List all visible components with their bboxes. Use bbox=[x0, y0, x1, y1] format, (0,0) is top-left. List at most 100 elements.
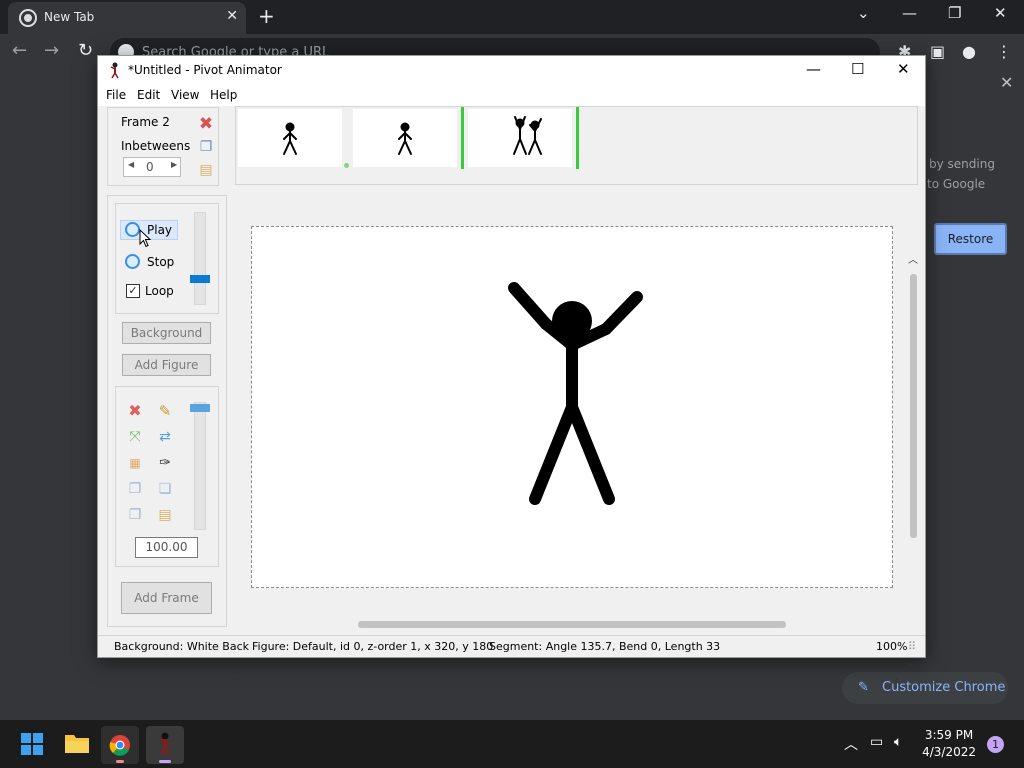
chrome-tab-strip: New Tab ✕ + ⌄ — ❐ ✕ bbox=[0, 0, 1024, 34]
copy-frame-icon[interactable]: ❐ bbox=[197, 138, 215, 156]
paste-figure-icon[interactable]: ▤ bbox=[156, 506, 174, 524]
inbetweens-value: 0 bbox=[146, 160, 154, 174]
inbetweens-stepper[interactable]: ◀ 0 ▶ bbox=[123, 157, 181, 177]
status-segment: Segment: Angle 135.7, Bend 0, Length 33 bbox=[489, 640, 721, 653]
menu-bar: File Edit View Help bbox=[98, 86, 925, 106]
background-button[interactable]: Background bbox=[122, 322, 211, 344]
customize-chrome-label: Customize Chrome bbox=[882, 680, 1006, 695]
scroll-down-icon[interactable]: ﹀ bbox=[908, 660, 918, 675]
menu-file[interactable]: File bbox=[106, 88, 126, 102]
menu-edit[interactable]: Edit bbox=[137, 88, 160, 102]
profile-icon[interactable]: ● bbox=[962, 42, 976, 61]
delete-frame-icon[interactable]: ✖ bbox=[197, 115, 215, 133]
increment-icon[interactable]: ▶ bbox=[171, 160, 177, 169]
inbetweens-label: Inbetweens bbox=[121, 139, 191, 153]
panel-close-icon[interactable]: ✕ bbox=[1000, 73, 1013, 92]
minimize-icon[interactable]: — bbox=[806, 60, 821, 78]
customize-chrome-button[interactable]: ✎ Customize Chrome bbox=[842, 672, 1008, 704]
center-figure-icon[interactable]: ⇄ bbox=[156, 428, 174, 446]
side-panel-icon[interactable]: ▣ bbox=[930, 42, 945, 61]
status-zoom: 100% bbox=[876, 640, 908, 653]
menu-view[interactable]: View bbox=[171, 88, 199, 102]
stage-canvas[interactable] bbox=[251, 226, 893, 588]
start-icon[interactable] bbox=[21, 733, 43, 755]
pivot-taskbar-icon bbox=[159, 732, 171, 756]
side-text-2: to Google bbox=[927, 177, 986, 191]
status-figure: Figure: Default, id 0, z-order 1, x 320,… bbox=[252, 640, 494, 653]
new-tab-icon[interactable]: + bbox=[258, 4, 275, 28]
frame-thumbnail-2[interactable] bbox=[353, 109, 457, 167]
pencil-icon: ✎ bbox=[858, 680, 869, 695]
speed-slider[interactable] bbox=[190, 212, 210, 305]
restore-button[interactable]: Restore bbox=[934, 223, 1007, 255]
forward-icon[interactable]: → bbox=[44, 40, 59, 61]
chrome-icon bbox=[109, 735, 130, 756]
frame-marker-right bbox=[576, 107, 579, 169]
chrome-logo-icon bbox=[21, 11, 35, 25]
bring-front-icon[interactable]: ❏ bbox=[156, 480, 174, 498]
frame-marker-left bbox=[461, 107, 464, 169]
tray-overflow-icon[interactable]: ︿ bbox=[844, 734, 858, 754]
paste-frame-icon[interactable]: ▤ bbox=[197, 161, 215, 179]
horizontal-scrollbar[interactable] bbox=[358, 621, 786, 628]
copy-figure-icon[interactable]: ❐ bbox=[126, 506, 144, 524]
frame-3-figure bbox=[513, 116, 542, 155]
stop-radio-icon bbox=[125, 254, 140, 269]
taskbar-clock[interactable]: 3:59 PM 4/3/2022 bbox=[922, 728, 976, 759]
chrome-taskbar-button[interactable] bbox=[101, 726, 139, 764]
pivot-running-indicator bbox=[159, 760, 171, 763]
scale-input[interactable]: 100.00 bbox=[135, 537, 198, 558]
pivot-taskbar-button[interactable] bbox=[146, 726, 184, 764]
file-explorer-icon[interactable] bbox=[64, 732, 90, 754]
chrome-menu-icon[interactable]: ⋮ bbox=[996, 42, 1012, 61]
restore-window-icon[interactable]: ❐ bbox=[948, 4, 961, 22]
menu-help[interactable]: Help bbox=[210, 88, 237, 102]
vertical-scrollbar[interactable] bbox=[910, 274, 917, 538]
pivot-animator-window: *Untitled - Pivot Animator — ☐ ✕ File Ed… bbox=[97, 55, 926, 686]
minimize-icon[interactable]: — bbox=[902, 4, 917, 22]
canvas-area: ︿ ﹀ ‹ › bbox=[235, 199, 923, 686]
edit-figure-icon[interactable]: ✎ bbox=[156, 402, 174, 420]
flip-figure-icon[interactable]: ⤧ bbox=[126, 428, 144, 446]
add-figure-button[interactable]: Add Figure bbox=[122, 354, 211, 376]
mouse-cursor-icon bbox=[139, 229, 152, 248]
side-text-1: by sending bbox=[929, 157, 995, 171]
scale-slider-thumb[interactable] bbox=[190, 404, 210, 412]
network-icon[interactable]: ▭ bbox=[870, 734, 883, 750]
resize-grip-icon[interactable]: ⠿ bbox=[908, 640, 916, 653]
back-icon[interactable]: ← bbox=[12, 40, 27, 61]
notification-badge[interactable]: 1 bbox=[987, 736, 1004, 753]
scroll-left-icon[interactable]: ‹ bbox=[235, 675, 239, 686]
color-figure-icon[interactable]: ▦ bbox=[126, 454, 144, 472]
chrome-tab-new-tab[interactable]: New Tab ✕ bbox=[8, 2, 246, 34]
frame-1-figure bbox=[283, 122, 297, 155]
tab-search-icon[interactable]: ⌄ bbox=[857, 4, 870, 22]
windows-taskbar: ︿ ▭ 🔈︎ 3:59 PM 4/3/2022 bbox=[0, 720, 1024, 768]
close-tab-icon[interactable]: ✕ bbox=[226, 8, 238, 24]
scale-slider[interactable] bbox=[190, 402, 210, 530]
add-frame-button[interactable]: Add Frame bbox=[121, 582, 212, 614]
close-icon[interactable]: ✕ bbox=[897, 60, 910, 78]
scroll-up-icon[interactable]: ︿ bbox=[908, 251, 918, 266]
frame-thumbnail-1[interactable] bbox=[238, 109, 342, 167]
close-window-icon[interactable]: ✕ bbox=[994, 4, 1007, 22]
stick-figure[interactable] bbox=[252, 227, 892, 587]
frame-label: Frame 2 bbox=[121, 115, 170, 129]
delete-figure-icon[interactable]: ✖ bbox=[126, 402, 144, 420]
frame-thumbnail-3[interactable] bbox=[468, 109, 572, 167]
frame-dot bbox=[344, 163, 349, 168]
decrement-icon[interactable]: ◀ bbox=[128, 160, 134, 169]
scroll-right-icon[interactable]: › bbox=[895, 675, 899, 686]
status-bar: Background: White Back Figure: Default, … bbox=[98, 635, 925, 657]
send-back-icon[interactable]: ❐ bbox=[126, 480, 144, 498]
loop-checkbox[interactable]: ✓ bbox=[126, 284, 140, 298]
volume-icon[interactable]: 🔈︎ bbox=[894, 734, 902, 750]
pivot-app-icon bbox=[110, 62, 119, 79]
maximize-icon[interactable]: ☐ bbox=[851, 60, 864, 78]
speed-slider-thumb[interactable] bbox=[190, 275, 210, 283]
window-title: *Untitled - Pivot Animator bbox=[128, 63, 282, 77]
stop-label: Stop bbox=[147, 255, 175, 269]
join-figure-icon[interactable]: ✑ bbox=[156, 454, 174, 472]
status-background: Background: White Back bbox=[114, 640, 250, 653]
reload-icon[interactable]: ↻ bbox=[78, 40, 93, 61]
